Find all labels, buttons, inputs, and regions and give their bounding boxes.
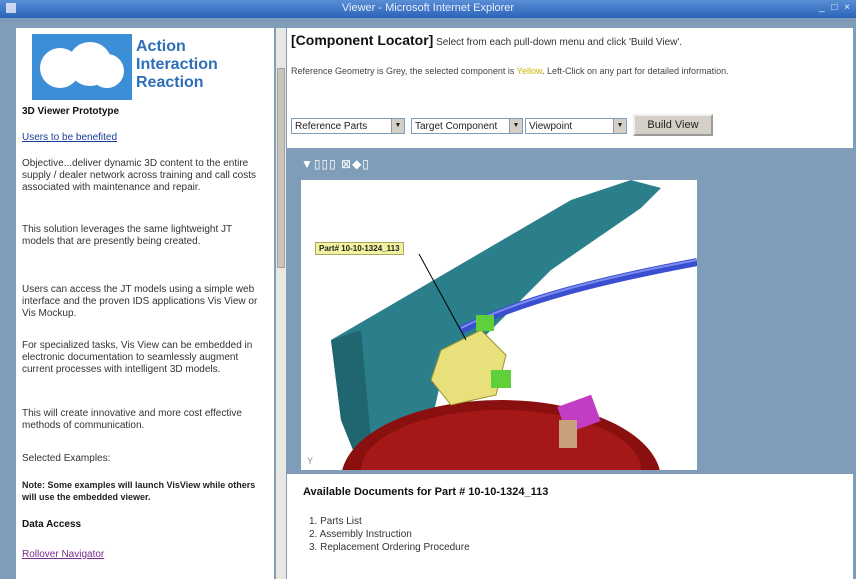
logo-graphic [32, 34, 132, 100]
viewpoint-value: Viewpoint [529, 121, 573, 132]
cap-thread [559, 420, 577, 448]
sidebar-heading: 3D Viewer Prototype [22, 106, 120, 117]
3d-model-render[interactable]: Y [301, 180, 697, 470]
locator-desc-a: Reference Geometry is Grey, the selected… [291, 66, 517, 76]
chevron-down-icon[interactable]: ▼ [509, 119, 522, 133]
sidebar: Action Interaction Reaction 3D Viewer Pr… [16, 28, 274, 579]
build-view-button[interactable]: Build View [633, 114, 713, 136]
locator-heading: [Component Locator] Select from each pul… [291, 32, 831, 48]
target-component-select[interactable]: Target Component ▼ [411, 118, 523, 134]
sidebar-scrollbar[interactable] [276, 28, 286, 579]
viewpoint-select[interactable]: Viewpoint ▼ [525, 118, 627, 134]
document-item[interactable]: 3. Replacement Ordering Procedure [309, 542, 470, 553]
viewer-toolbar[interactable]: ▼▯▯▯ ⊠◆▯ [301, 157, 421, 175]
component-locator-panel: [Component Locator] Select from each pul… [287, 28, 853, 148]
reference-parts-select[interactable]: Reference Parts ▼ [291, 118, 405, 134]
users-link[interactable]: Users to be benefited [22, 132, 266, 144]
sidebar-paragraph-1: Objective...deliver dynamic 3D content t… [22, 158, 257, 193]
chevron-down-icon[interactable]: ▼ [613, 119, 626, 133]
page-content: Action Interaction Reaction 3D Viewer Pr… [0, 18, 856, 579]
sidebar-paragraph-5: This will create innovative and more cos… [22, 408, 242, 431]
document-item[interactable]: 2. Assembly Instruction [309, 529, 412, 540]
logo-line-3: Reaction [136, 74, 204, 91]
locator-description: Reference Geometry is Grey, the selected… [291, 66, 831, 77]
3d-viewer-canvas[interactable]: Y Part# 10-10-1324_113 [301, 180, 697, 470]
target-component-value: Target Component [415, 121, 498, 132]
data-access-label: Data Access [22, 519, 82, 530]
examples-label: Selected Examples: [22, 453, 111, 464]
browser-window: Viewer - Microsoft Internet Explorer _ □… [0, 0, 856, 579]
locator-instruction: Select from each pull-down menu and clic… [436, 37, 683, 48]
logo-text: Action Interaction Reaction [136, 38, 218, 92]
sidebar-paragraph-2: This solution leverages the same lightwe… [22, 224, 232, 247]
locator-title: [Component Locator] [291, 32, 434, 48]
reference-parts-value: Reference Parts [295, 121, 368, 132]
sidebar-scroll-thumb[interactable] [277, 68, 285, 268]
logo-line-2: Interaction [136, 56, 218, 73]
chevron-down-icon[interactable]: ▼ [391, 119, 404, 133]
rollover-navigator-link[interactable]: Rollover Navigator [22, 549, 266, 561]
examples-note: Note: Some examples will launch VisView … [22, 480, 256, 502]
locator-desc-yellow: Yellow [516, 66, 542, 76]
axis-marker: Y [307, 456, 313, 466]
green-fitting-bottom[interactable] [491, 370, 511, 388]
locator-desc-b: . Left-Click on any part for detailed in… [541, 66, 729, 76]
documents-title: Available Documents for Part # 10-10-132… [303, 486, 549, 498]
window-title: Viewer - Microsoft Internet Explorer [341, 2, 515, 14]
viewer-panel: ▼▯▯▯ ⊠◆▯ Y Part# 10-10-1324_113 [287, 152, 853, 472]
window-controls[interactable]: _ □ × [819, 2, 852, 13]
sidebar-paragraph-4: For specialized tasks, Vis View can be e… [22, 340, 253, 375]
document-item[interactable]: 1. Parts List [309, 516, 362, 527]
documents-panel: Available Documents for Part # 10-10-132… [287, 474, 853, 579]
green-fitting-top[interactable] [476, 315, 494, 331]
logo-line-1: Action [136, 38, 186, 55]
part-label[interactable]: Part# 10-10-1324_113 [315, 242, 404, 255]
title-bar[interactable]: Viewer - Microsoft Internet Explorer _ □… [0, 0, 856, 18]
sidebar-paragraph-3: Users can access the JT models using a s… [22, 284, 258, 319]
